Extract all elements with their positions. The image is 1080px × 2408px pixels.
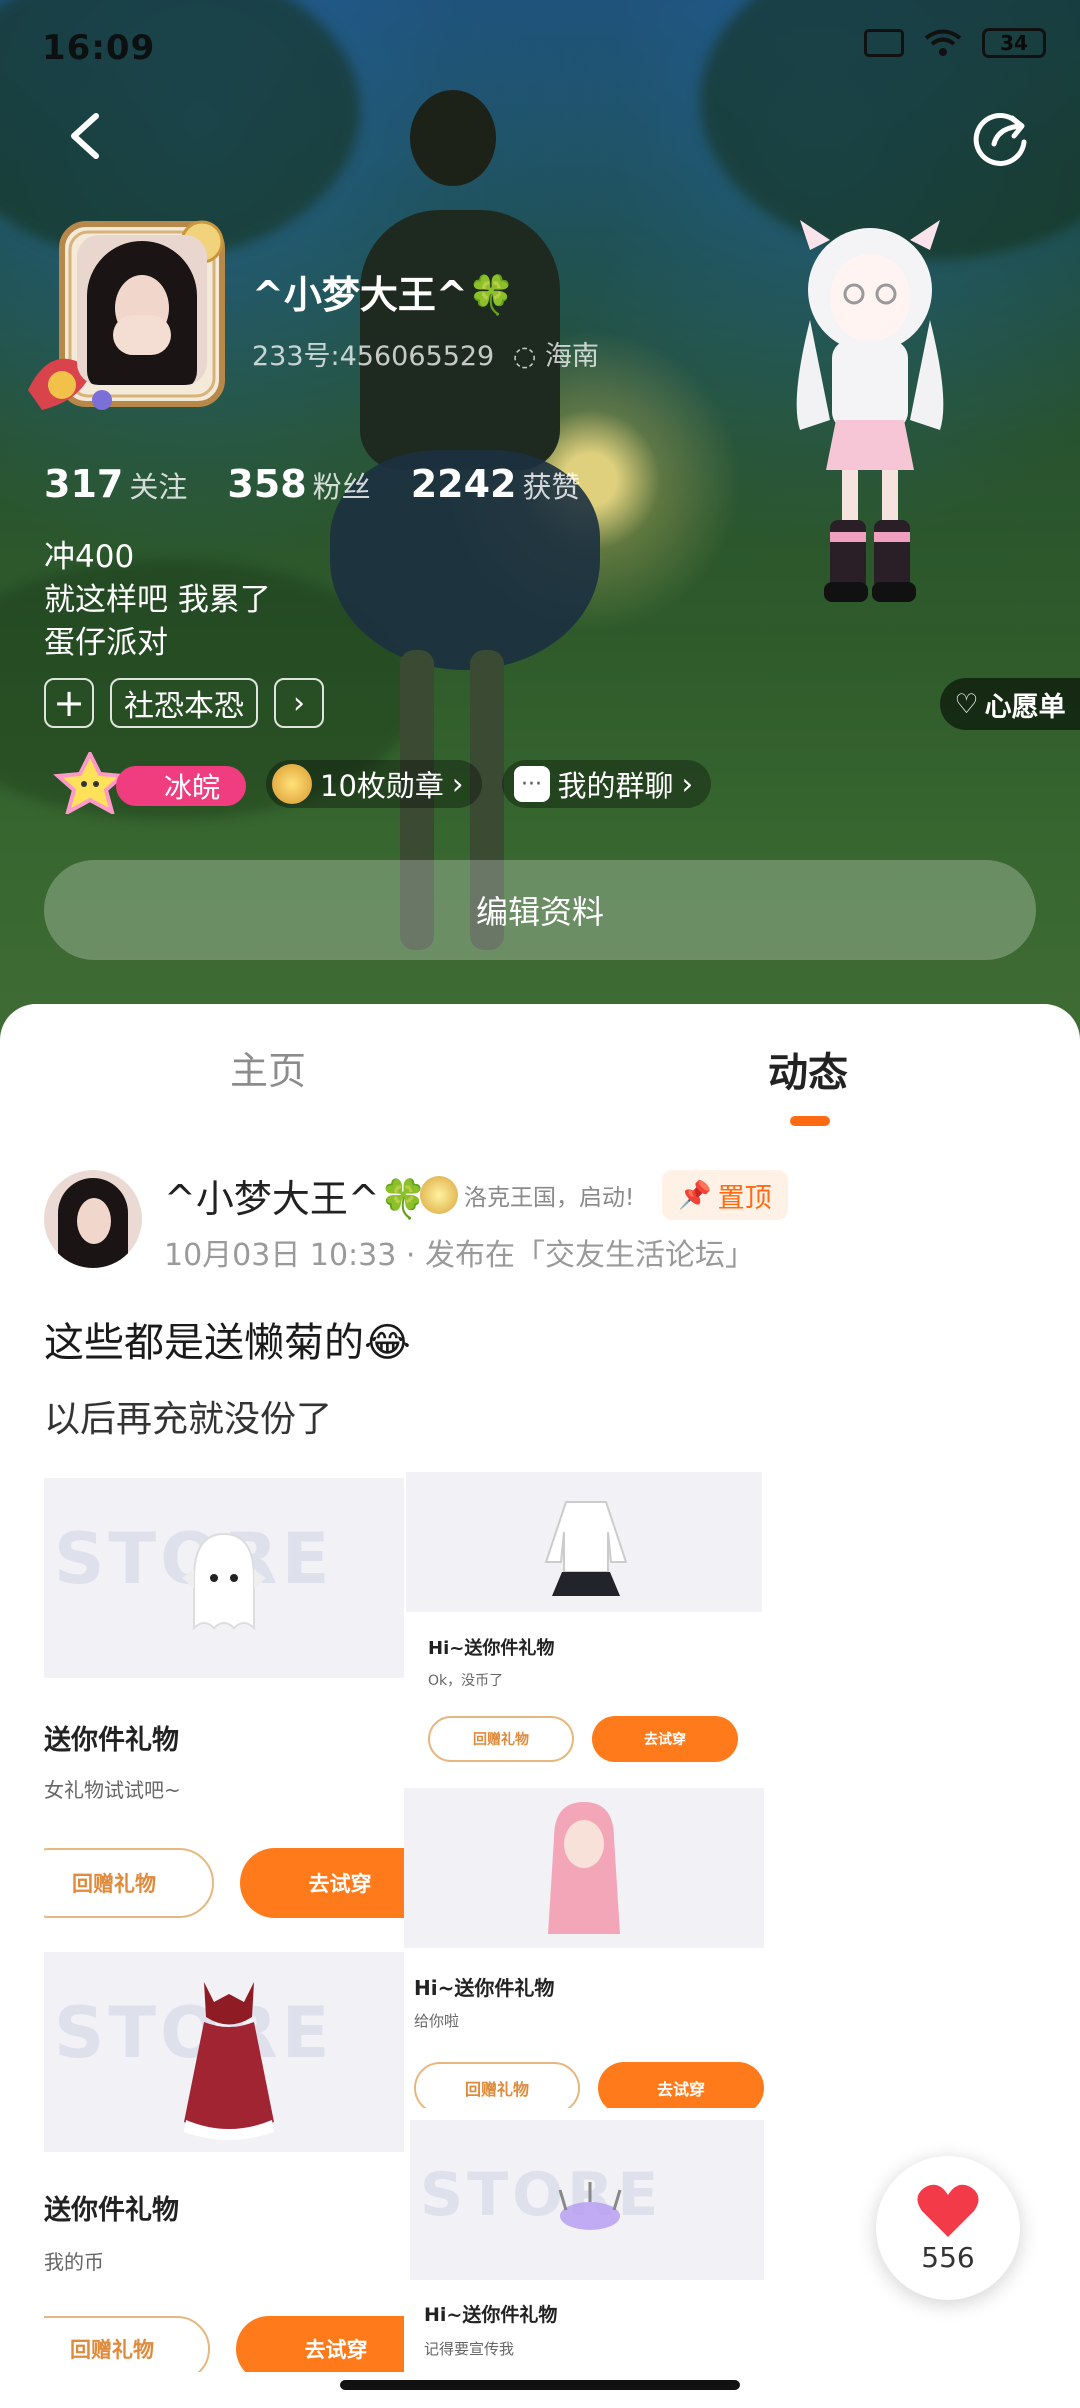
author-signature: 洛克王国，启动! — [420, 1176, 634, 1214]
signature-text: 洛克王国，启动! — [464, 1185, 635, 1211]
return-gift-button: 回赠礼物 — [414, 2062, 580, 2108]
wishlist-label: 心愿单 — [984, 691, 1066, 723]
heart-outline-icon: ♡ — [954, 688, 979, 720]
pink-hair-item-image — [548, 1802, 620, 1934]
more-tags-chevron-icon[interactable]: › — [274, 678, 324, 728]
avatar[interactable] — [22, 210, 242, 420]
likes-received-count: 2242 — [410, 462, 517, 506]
gift-subtitle: 我的币 — [44, 2250, 104, 2274]
level-badge[interactable]: 冰皖 — [50, 752, 246, 814]
try-on-button: 去试穿 — [240, 1848, 404, 1918]
chevron-right-icon: › — [451, 767, 464, 801]
gift-title: Hi~送你件礼物 — [424, 2304, 558, 2326]
tab-feed[interactable]: 动态 — [768, 1040, 848, 1098]
user-id: 233号:456065529 — [252, 341, 495, 372]
try-on-button: 去试穿 — [592, 1716, 738, 1762]
gift-subtitle: 记得要宣传我 — [424, 2340, 515, 2358]
post-author-text: ^小梦大王^ — [164, 1177, 380, 1221]
gift-title: Hi~送你件礼物 — [414, 1976, 555, 2000]
profile-stats: 317 关注 358 粉丝 2242 获赞 — [44, 462, 620, 506]
3d-avatar-character[interactable] — [770, 220, 970, 620]
post-meta: 10月03日 10:33 · 发布在「交友生活论坛」 — [164, 1238, 755, 1273]
sim-icon — [864, 29, 904, 57]
following-count[interactable]: 317 — [44, 462, 123, 506]
gift-title: Hi~送你件礼物 — [428, 1638, 555, 1659]
crystal-tiara-item-image — [558, 2182, 622, 2230]
gift-screenshot[interactable]: STORE 送你件礼物 女礼物试试吧~ 回赠礼物 去试穿 — [44, 1478, 404, 1938]
bio-line: 就这样吧 我累了 — [44, 582, 271, 618]
share-icon[interactable] — [972, 106, 1034, 168]
chevron-right-icon: › — [681, 767, 694, 801]
profile-id-line: 233号:456065529 ◌ 海南 — [252, 334, 599, 373]
pin-icon: 📌 — [678, 1180, 712, 1211]
ghost-item-image — [182, 1532, 266, 1631]
gift-subtitle: 女礼物试试吧~ — [44, 1778, 181, 1802]
post-title[interactable]: 这些都是送懒菊的😂 — [44, 1310, 411, 1368]
white-blouse-item-image — [544, 1501, 628, 1596]
user-location: 海南 — [545, 341, 599, 372]
gift-subtitle: Ok，没币了 — [428, 1673, 504, 1689]
status-time: 16:09 — [42, 28, 156, 68]
gift-screenshot[interactable]: Hi~送你件礼物 给你啦 回赠礼物 去试穿 — [404, 1788, 764, 2108]
location-icon: ◌ — [512, 341, 537, 372]
like-button[interactable]: 556 — [876, 2156, 1020, 2300]
gift-screenshot[interactable]: STORE 送你件礼物 我的币 回赠礼物 去试穿 — [44, 1952, 404, 2372]
profile-nickname: ^小梦大王^🍀 — [252, 264, 515, 319]
try-on-button: 去试穿 — [598, 2062, 764, 2108]
group-chat-label: 我的群聊 — [557, 769, 674, 803]
gift-subtitle: 给你啦 — [414, 2012, 460, 2030]
edit-profile-button[interactable]: 编辑资料 — [44, 860, 1036, 960]
post-author-name[interactable]: ^小梦大王^🍀 — [164, 1168, 427, 1223]
nickname-text: ^小梦大王^ — [252, 273, 468, 317]
battery-icon: 34 — [982, 28, 1046, 58]
bio-line: 冲400 — [44, 539, 135, 575]
gift-screenshot[interactable]: STORE Hi~送你件礼物 记得要宣传我 — [410, 2120, 764, 2372]
gift-title: 送你件礼物 — [44, 2195, 179, 2226]
clover-emoji: 🍀 — [467, 273, 516, 317]
back-arrow-icon[interactable] — [60, 108, 116, 164]
group-chat-button[interactable]: ··· 我的群聊 › — [501, 760, 712, 808]
add-tag-button[interactable]: + — [44, 678, 94, 728]
bio-line: 蛋仔派对 — [44, 625, 168, 661]
profile-badges: 冰皖 10枚勋章 › ··· 我的群聊 › — [50, 752, 712, 814]
wishlist-button[interactable]: ♡ 心愿单 — [940, 678, 1080, 730]
wifi-icon — [924, 29, 962, 56]
followers-label[interactable]: 粉丝 — [313, 464, 371, 506]
medals-button[interactable]: 10枚勋章 › — [266, 760, 482, 808]
tab-home[interactable]: 主页 — [230, 1040, 306, 1095]
content-panel: 主页 动态 ^小梦大王^🍀 洛克王国，启动! 📌 置顶 10月03日 10:33… — [0, 1004, 1080, 2408]
status-bar: 16:09 34 — [24, 24, 1056, 74]
medal-icon — [272, 764, 312, 804]
profile-tags: + 社恐本恐 › — [44, 678, 324, 728]
like-count: 556 — [921, 2240, 975, 2274]
medals-label: 10枚勋章 — [320, 769, 444, 803]
chat-bubble-icon: ··· — [513, 766, 550, 802]
profile-tag[interactable]: 社恐本恐 — [110, 678, 258, 728]
gift-screenshot[interactable]: Hi~送你件礼物 Ok，没币了 回赠礼物 去试穿 — [406, 1472, 762, 1782]
profile-bio: 冲400 就这样吧 我累了 蛋仔派对 — [44, 536, 271, 665]
post-author-avatar[interactable] — [44, 1170, 142, 1268]
pinned-label: 置顶 — [717, 1182, 772, 1214]
red-hood-dress-image — [184, 1982, 274, 2140]
profile-tabs: 主页 动态 — [0, 1040, 1080, 1120]
pinned-badge: 📌 置顶 — [662, 1170, 788, 1220]
heart-icon — [917, 2184, 979, 2237]
profile-screen: 16:09 34 ^小梦大王^🍀 233号:456065529 ◌ 海南 317… — [0, 0, 1080, 2408]
post-image-collage[interactable]: STORE 送你件礼物 女礼物试试吧~ 回赠礼物 去试穿 STORE 送你件礼物… — [44, 1472, 764, 2372]
level-badge-label: 冰皖 — [163, 771, 220, 804]
gift-title: 送你件礼物 — [44, 1725, 179, 1756]
followers-count[interactable]: 358 — [227, 462, 306, 506]
return-gift-button: 回赠礼物 — [44, 2316, 210, 2372]
likes-received-label: 获赞 — [522, 470, 581, 504]
home-indicator[interactable] — [340, 2380, 740, 2390]
active-tab-indicator — [790, 1116, 830, 1126]
post-body[interactable]: 以后再充就没份了 — [44, 1390, 332, 1442]
try-on-button: 去试穿 — [236, 2316, 404, 2372]
return-gift-button: 回赠礼物 — [428, 1716, 574, 1762]
following-label[interactable]: 关注 — [129, 464, 187, 506]
background-photo-figure — [300, 90, 600, 950]
pet-badge-icon — [420, 1176, 458, 1214]
battery-level: 34 — [1000, 31, 1028, 55]
return-gift-button: 回赠礼物 — [44, 1848, 214, 1918]
